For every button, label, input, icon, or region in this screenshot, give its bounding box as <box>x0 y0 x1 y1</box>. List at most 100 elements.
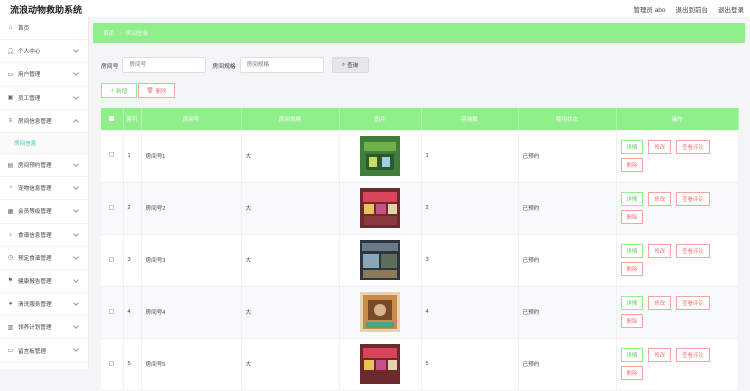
sidebar-item-label: 个人中心 <box>18 49 41 56</box>
app-title: 流浪动物救助系统 <box>10 5 83 15</box>
row-checkbox[interactable] <box>109 360 115 366</box>
row-checkbox[interactable] <box>109 204 115 210</box>
edit-button[interactable]: 修改 <box>648 348 672 362</box>
edit-button[interactable]: 修改 <box>648 192 672 206</box>
sidebar-item-label: 会员等级管理 <box>18 209 52 216</box>
search-icon: ⌕ <box>341 61 346 68</box>
cell-capacity: 1 <box>421 130 519 183</box>
room-number-label: 房间号 <box>101 63 119 70</box>
sidebar-item-pets[interactable]: ◔ 宠物信息管理 <box>0 177 88 201</box>
view-reviews-button[interactable]: 查看评论 <box>676 244 710 258</box>
row-delete-button[interactable]: 删除 <box>620 262 644 276</box>
room-spec-label: 房间规格 <box>212 63 236 70</box>
detail-button[interactable]: 详情 <box>620 139 644 154</box>
current-user: 管理员 abo <box>633 7 666 14</box>
chevron-down-icon <box>73 253 79 260</box>
plus-icon: + <box>110 87 115 94</box>
room-photo <box>360 240 400 280</box>
row-checkbox[interactable] <box>109 308 115 314</box>
cell-ops: 详情 修改 查看评论 删除 <box>616 130 739 183</box>
sidebar-item-recipes[interactable]: ♪ 食谱信息管理 <box>0 224 88 247</box>
row-select-cell[interactable] <box>101 338 124 391</box>
delete-button[interactable]: 🗑︎ 删除 <box>138 83 175 98</box>
cell-ops: 详情 修改 查看评论 删除 <box>616 182 739 235</box>
chevron-down-icon <box>73 277 79 283</box>
search-button[interactable]: ⌕ 查询 <box>331 57 369 73</box>
row-select-cell[interactable] <box>101 234 124 287</box>
action-row: + 新增 🗑︎ 删除 <box>101 83 175 98</box>
row-delete-button[interactable]: 删除 <box>620 314 644 328</box>
chevron-up-icon <box>73 118 79 125</box>
sidebar-item-room-info[interactable]: ≡ 房间信息管理 <box>0 110 88 133</box>
sidebar-item-label: 清洗服务管理 <box>18 302 52 309</box>
cell-spec: 大 <box>241 234 340 287</box>
chevron-down-icon <box>73 93 79 100</box>
room-number-input[interactable] <box>122 57 207 73</box>
room-photo <box>360 188 400 228</box>
view-reviews-button[interactable]: 查看评论 <box>676 348 710 362</box>
chevron-down-icon <box>73 47 79 54</box>
sidebar-subitem-room-info[interactable]: 房间信息 <box>0 132 88 154</box>
edit-button[interactable]: 修改 <box>648 296 672 310</box>
header-capacity: 容纳数 <box>421 108 519 130</box>
cell-spec: 大 <box>241 338 340 391</box>
add-button-label: 新增 <box>116 88 128 95</box>
table-row: 4 房间号4 大 4 已预约 详情 修改 查看评论 删除 <box>101 286 739 339</box>
view-reviews-button[interactable]: 查看评论 <box>676 139 710 154</box>
sidebar-item-label: 领养计划管理 <box>18 325 52 332</box>
breadcrumb-current: 房间信息 <box>125 31 149 37</box>
front-link[interactable]: 退出到前台 <box>676 4 709 14</box>
select-all-cell[interactable] <box>101 108 124 130</box>
sidebar-item-profile[interactable]: 👤︎ 个人中心 <box>0 40 88 64</box>
detail-button[interactable]: 详情 <box>620 192 644 206</box>
sidebar-item-adoption[interactable]: ▥ 领养计划管理 <box>0 316 88 340</box>
row-checkbox[interactable] <box>109 152 115 158</box>
detail-button[interactable]: 详情 <box>620 348 644 362</box>
row-select-cell[interactable] <box>101 286 124 339</box>
row-delete-button[interactable]: 删除 <box>620 157 644 172</box>
breadcrumb-home[interactable]: 首页 <box>103 29 114 37</box>
view-reviews-button[interactable]: 查看评论 <box>676 192 710 206</box>
detail-button[interactable]: 详情 <box>620 244 644 258</box>
sidebar-item-recipe-booking[interactable]: ◷ 预定食谱管理 <box>0 247 88 270</box>
header-status: 使用状态 <box>518 108 617 130</box>
sidebar-item-label: 留言板管理 <box>18 348 46 355</box>
cell-spec: 大 <box>241 286 340 339</box>
sidebar-item-users[interactable]: ▭ 用户管理 <box>0 63 88 87</box>
add-button[interactable]: + 新增 <box>101 83 137 98</box>
select-all-checkbox[interactable] <box>109 115 115 121</box>
chevron-down-icon <box>73 300 79 306</box>
doc-icon: ▥ <box>7 324 14 331</box>
edit-button[interactable]: 修改 <box>648 139 672 154</box>
cell-capacity: 4 <box>421 286 519 339</box>
row-delete-button[interactable]: 删除 <box>620 210 644 224</box>
header-index: 索引 <box>123 108 142 130</box>
edit-button[interactable]: 修改 <box>648 244 672 258</box>
logout-link[interactable]: 退出登录 <box>718 4 744 14</box>
room-spec-input[interactable] <box>239 57 324 73</box>
sidebar-item-health[interactable]: ⚑ 健康报告管理 <box>0 270 88 294</box>
breadcrumb-separator: → <box>117 30 123 36</box>
row-checkbox[interactable] <box>109 256 115 262</box>
detail-button[interactable]: 详情 <box>620 296 644 310</box>
sidebar-item-member-level[interactable]: ▦ 会员等级管理 <box>0 200 88 224</box>
header-spec: 房间规格 <box>241 108 340 130</box>
room-photo <box>360 135 400 176</box>
row-select-cell[interactable] <box>101 182 124 235</box>
row-delete-button[interactable]: 删除 <box>620 366 644 380</box>
search-form: 房间号 房间规格 ⌕ 查询 <box>101 57 369 73</box>
sidebar-item-home[interactable]: ⌂ 首页 <box>0 17 88 41</box>
sidebar-item-staff[interactable]: ▣ 员工管理 <box>0 87 88 110</box>
table-header-row: 索引 房间号 房间规格 图片 容纳数 使用状态 操作 <box>101 108 739 130</box>
view-reviews-button[interactable]: 查看评论 <box>676 296 710 310</box>
clock-icon: ◷ <box>7 255 14 262</box>
sidebar-item-label: 健康报告管理 <box>18 278 52 285</box>
sidebar-item-room-booking[interactable]: ▤ 房间预约管理 <box>0 154 88 178</box>
cell-status: 已预约 <box>518 130 617 183</box>
row-select-cell[interactable] <box>101 130 124 183</box>
sidebar-item-cleaning[interactable]: ● 清洗服务管理 <box>0 293 88 317</box>
sidebar-item-label: 房间信息管理 <box>18 118 52 125</box>
table-row: 1 房间号1 大 1 已预约 详情 修改 查看评论 删除 <box>101 130 739 183</box>
sidebar-item-board[interactable]: ▭ 留言板管理 <box>0 339 88 363</box>
breadcrumb: 首页 → 房间信息 <box>93 23 745 43</box>
